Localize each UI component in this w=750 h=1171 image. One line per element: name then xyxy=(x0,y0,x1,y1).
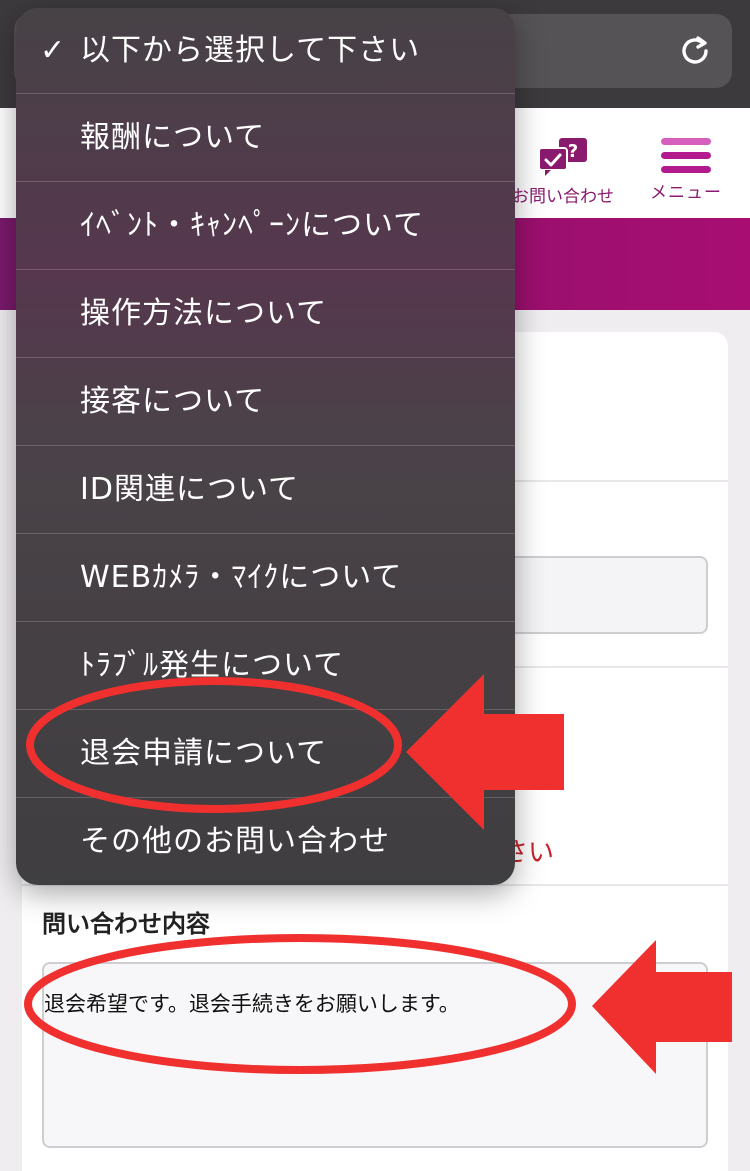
pointer-arrow xyxy=(406,674,564,830)
pointer-arrow xyxy=(592,940,732,1074)
highlight-ellipse xyxy=(26,677,402,813)
highlight-ellipse xyxy=(24,934,576,1074)
annotation-overlay xyxy=(24,674,732,1074)
